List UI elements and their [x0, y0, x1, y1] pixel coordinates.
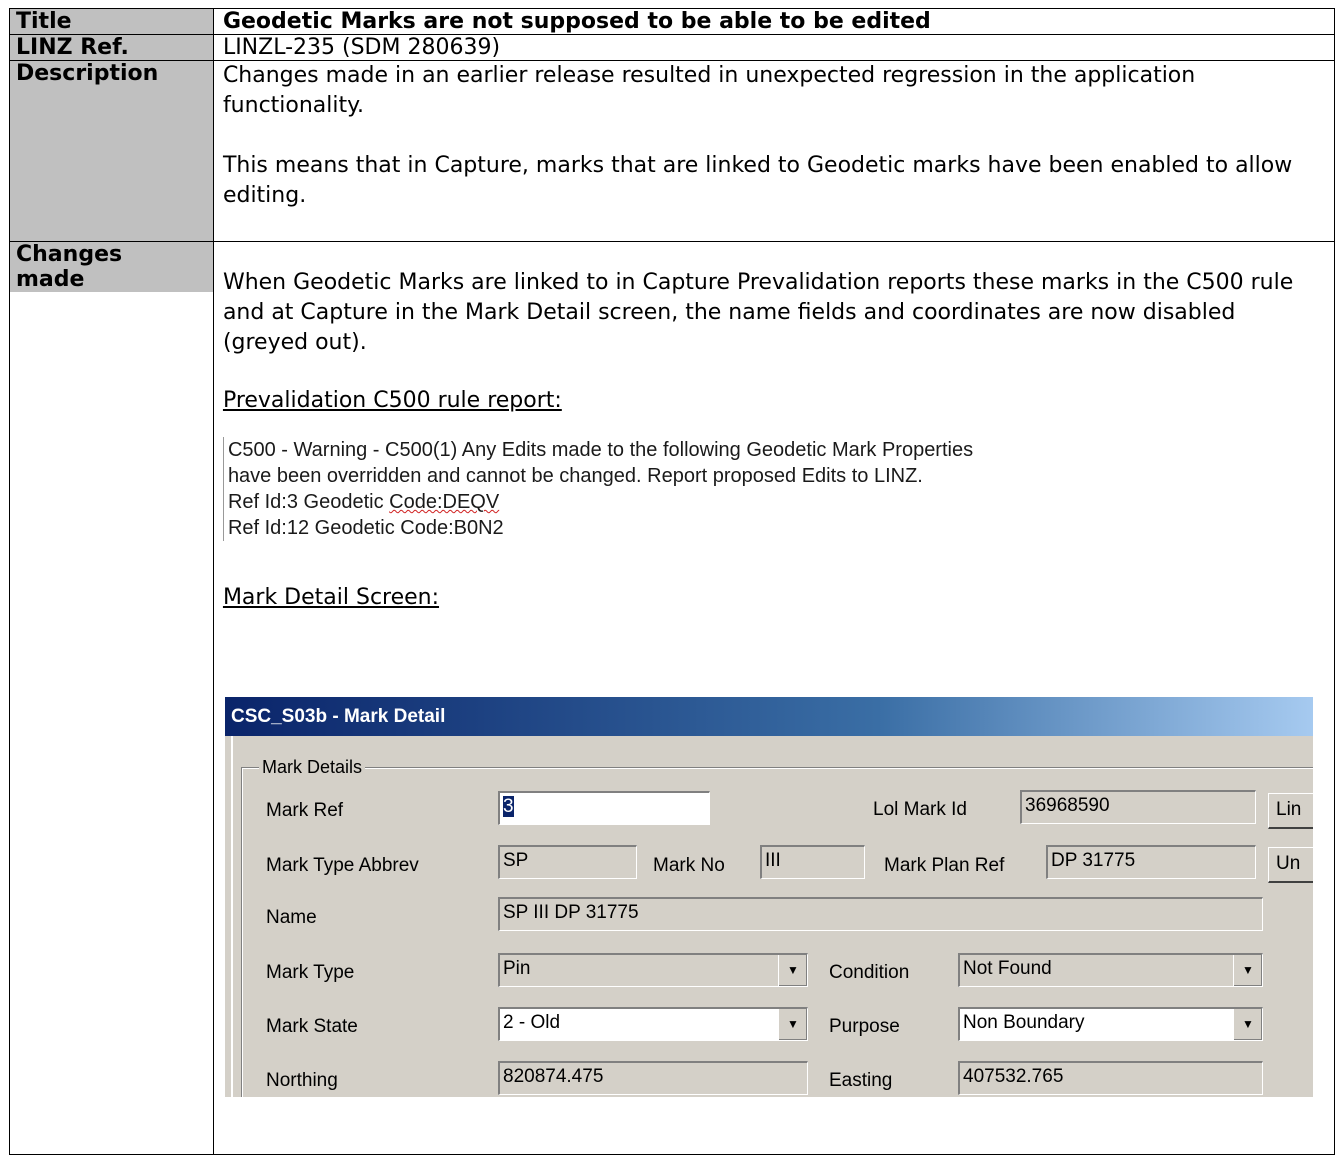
mark-ref-label: Mark Ref: [266, 800, 344, 821]
mark-no-label: Mark No: [653, 855, 725, 876]
description-row: Description Changes made in an earlier r…: [9, 60, 1335, 242]
mark-type-select[interactable]: Pin ▼: [498, 953, 808, 987]
mark-ref-value: 3: [503, 796, 514, 817]
mark-state-label: Mark State: [266, 1016, 358, 1037]
description-label: Description: [9, 60, 214, 242]
ref-value: LINZL-235 (SDM 280639): [212, 34, 1335, 61]
chevron-down-icon[interactable]: ▼: [1233, 955, 1262, 986]
description-value: Changes made in an earlier release resul…: [212, 60, 1335, 242]
report-line-1: C500 - Warning - C500(1) Any Edits made …: [227, 439, 974, 461]
condition-select[interactable]: Not Found ▼: [958, 953, 1263, 987]
changes-label: Changes made: [10, 242, 213, 292]
mark-state-select[interactable]: 2 - Old ▼: [498, 1007, 808, 1041]
lol-mark-id-field: 36968590: [1020, 790, 1256, 824]
report-line-4: Ref Id:12 Geodetic Code:B0N2: [227, 517, 504, 539]
purpose-value: Non Boundary: [963, 1012, 1085, 1033]
link-button[interactable]: Lin: [1268, 793, 1313, 829]
purpose-label: Purpose: [829, 1016, 900, 1037]
purpose-select[interactable]: Non Boundary ▼: [958, 1007, 1263, 1041]
ref-label: LINZ Ref.: [9, 34, 214, 61]
changes-label-line-1: Changes: [16, 242, 123, 267]
mark-type-value: Pin: [503, 958, 531, 979]
changes-label-line-2: made: [16, 267, 85, 292]
title-label: Title: [9, 8, 214, 35]
report-line-3-code: Code:DEQV: [389, 491, 500, 513]
c500-report-screenshot: C500 - Warning - C500(1) Any Edits made …: [222, 437, 1326, 541]
mark-state-value: 2 - Old: [503, 1012, 561, 1033]
name-label: Name: [266, 907, 317, 928]
northing-field: 820874.475: [498, 1061, 808, 1095]
chevron-down-icon[interactable]: ▼: [1233, 1009, 1262, 1040]
description-paragraph-2: This means that in Capture, marks that a…: [222, 153, 1293, 208]
ref-row: LINZ Ref. LINZL-235 (SDM 280639): [9, 34, 1335, 61]
report-line-3: Ref Id:3 Geodetic Code:DEQV: [228, 489, 1326, 515]
easting-label: Easting: [829, 1070, 893, 1091]
easting-field: 407532.765: [958, 1061, 1263, 1095]
unlink-button[interactable]: Un: [1268, 847, 1313, 883]
chevron-down-icon[interactable]: ▼: [778, 1009, 807, 1040]
mark-type-label: Mark Type: [266, 962, 355, 983]
report-heading: Prevalidation C500 rule report:: [222, 388, 562, 413]
mark-ref-input[interactable]: 3: [498, 791, 710, 825]
mark-type-abbrev-label: Mark Type Abbrev: [266, 855, 419, 876]
report-line-3-prefix: Ref Id:3 Geodetic: [227, 491, 390, 513]
mark-plan-ref-label: Mark Plan Ref: [884, 855, 1005, 876]
changes-label-cell: Changes made: [9, 241, 214, 1155]
lol-mark-id-label: Lol Mark Id: [873, 799, 967, 820]
mark-no-field: III: [760, 845, 865, 879]
northing-label: Northing: [266, 1070, 338, 1091]
screen-heading: Mark Detail Screen:: [222, 585, 440, 610]
mark-details-legend: Mark Details: [259, 757, 366, 778]
report-line-2: have been overridden and cannot be chang…: [227, 465, 923, 487]
mark-detail-dialog-screenshot: CSC_S03b - Mark Detail Mark Details Mark…: [225, 697, 1313, 1097]
condition-label: Condition: [829, 962, 910, 983]
title-value: Geodetic Marks are not supposed to be ab…: [212, 8, 1335, 35]
dialog-title: CSC_S03b - Mark Detail: [225, 697, 1313, 736]
mark-plan-ref-field: DP 31775: [1046, 845, 1256, 879]
chevron-down-icon[interactable]: ▼: [778, 955, 807, 986]
condition-value: Not Found: [963, 958, 1052, 979]
title-row: Title Geodetic Marks are not supposed to…: [9, 8, 1335, 35]
mark-type-abbrev-field: SP: [498, 845, 637, 879]
changes-paragraph: When Geodetic Marks are linked to in Cap…: [222, 270, 1294, 355]
description-paragraph-1: Changes made in an earlier release resul…: [222, 63, 1196, 118]
name-field: SP III DP 31775: [498, 897, 1263, 931]
